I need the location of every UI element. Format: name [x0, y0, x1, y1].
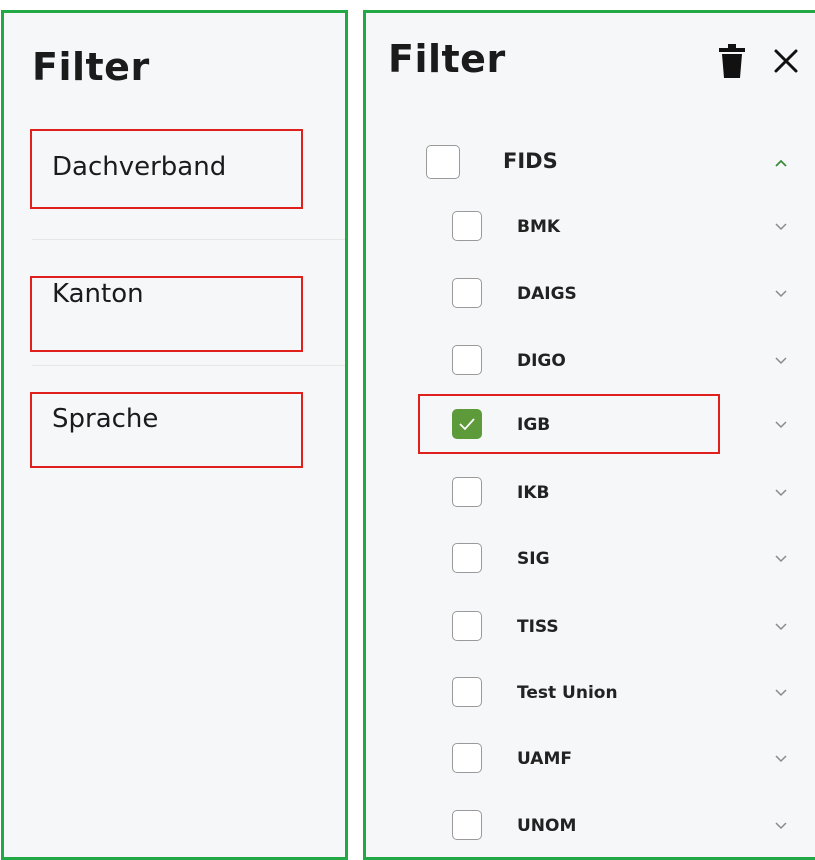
trash-icon[interactable]	[716, 43, 748, 79]
tree-label: Test Union	[517, 683, 618, 703]
tree-label: UNOM	[517, 816, 577, 836]
chevron-down-icon[interactable]	[771, 284, 791, 304]
panel-title: Filter	[32, 45, 150, 89]
tree-label: SIG	[517, 549, 550, 569]
divider	[32, 365, 345, 366]
chevron-down-icon[interactable]	[771, 617, 791, 637]
tree-child-tiss[interactable]: TISS	[366, 601, 815, 651]
chevron-down-icon[interactable]	[771, 549, 791, 569]
tree-label: IKB	[517, 483, 550, 503]
tree-child-ikb[interactable]: IKB	[366, 467, 815, 517]
tree-child-uamf[interactable]: UAMF	[366, 733, 815, 783]
section-sprache[interactable]: Sprache	[52, 404, 158, 434]
panel-title: Filter	[388, 37, 506, 81]
tree-child-daigs[interactable]: DAIGS	[366, 268, 815, 318]
checkbox[interactable]	[452, 278, 482, 308]
tree-child-igb[interactable]: IGB	[366, 399, 815, 449]
tree-label: TISS	[517, 617, 559, 637]
filter-panel-expanded: Filter FIDS BMK DAIGS DIGO IGB IKB SIG T…	[363, 10, 815, 860]
checkbox[interactable]	[452, 810, 482, 840]
section-kanton[interactable]: Kanton	[52, 279, 144, 309]
chevron-down-icon[interactable]	[771, 749, 791, 769]
chevron-down-icon[interactable]	[771, 816, 791, 836]
checkbox[interactable]	[452, 743, 482, 773]
tree-child-test-union[interactable]: Test Union	[366, 667, 815, 717]
chevron-down-icon[interactable]	[771, 351, 791, 371]
chevron-down-icon[interactable]	[771, 483, 791, 503]
close-icon[interactable]	[770, 43, 802, 79]
checkbox[interactable]	[452, 677, 482, 707]
tree-label: DIGO	[517, 351, 566, 371]
tree-child-sig[interactable]: SIG	[366, 533, 815, 583]
tree-label: IGB	[517, 415, 551, 435]
checkmark-icon	[459, 418, 475, 431]
checkbox[interactable]	[452, 543, 482, 573]
checkbox-checked[interactable]	[452, 409, 482, 439]
tree-parent-fids[interactable]: FIDS	[366, 135, 815, 185]
divider	[32, 239, 345, 240]
tree-label: DAIGS	[517, 284, 577, 304]
checkbox[interactable]	[452, 477, 482, 507]
checkbox-fids[interactable]	[426, 145, 460, 179]
chevron-down-icon[interactable]	[771, 217, 791, 237]
section-dachverband[interactable]: Dachverband	[52, 152, 226, 182]
tree-label: FIDS	[503, 149, 558, 173]
chevron-up-icon[interactable]	[771, 153, 791, 173]
filter-panel-collapsed: Filter Dachverband Kanton Sprache	[1, 10, 348, 860]
chevron-down-icon[interactable]	[771, 415, 791, 435]
tree-label: BMK	[517, 217, 561, 237]
tree-child-digo[interactable]: DIGO	[366, 335, 815, 385]
checkbox[interactable]	[452, 611, 482, 641]
chevron-down-icon[interactable]	[771, 683, 791, 703]
tree-child-bmk[interactable]: BMK	[366, 201, 815, 251]
checkbox[interactable]	[452, 211, 482, 241]
checkbox[interactable]	[452, 345, 482, 375]
tree-label: UAMF	[517, 749, 572, 769]
